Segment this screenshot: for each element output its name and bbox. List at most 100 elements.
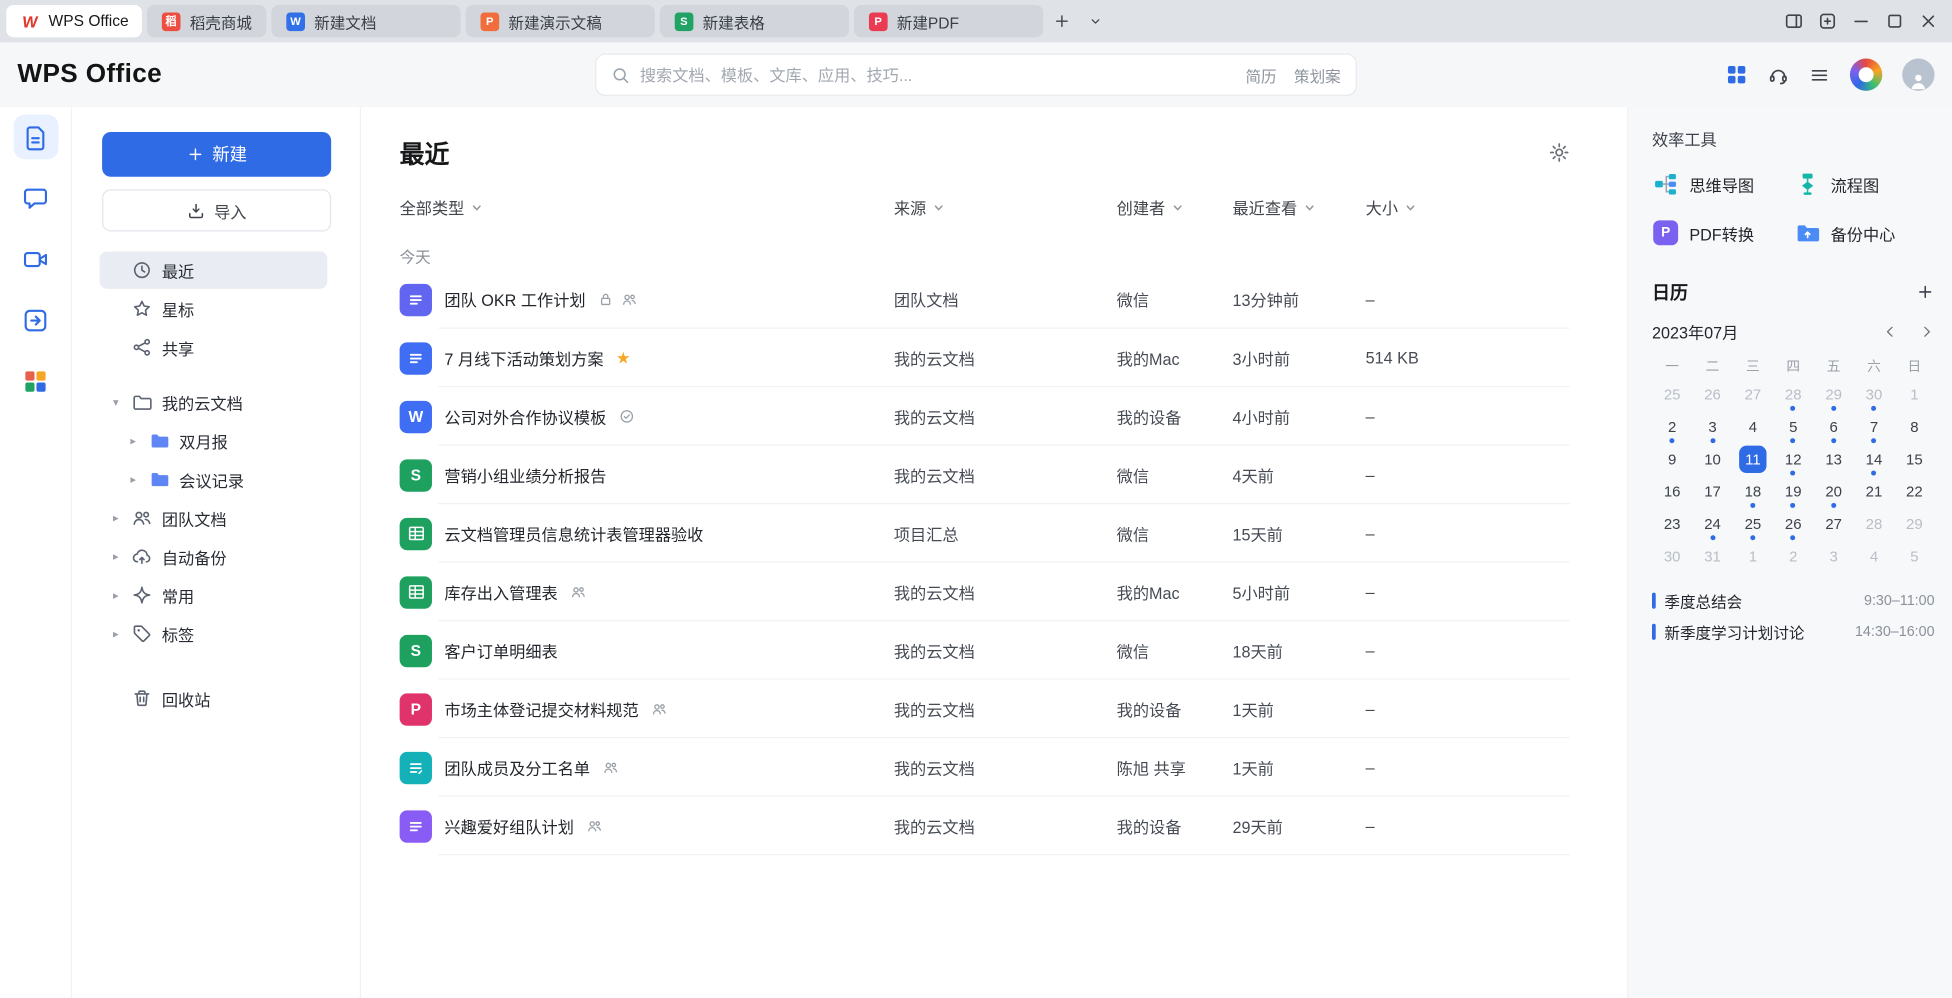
wps365-avatar[interactable] (1850, 59, 1882, 91)
caret-right-icon[interactable]: ▸ (110, 627, 122, 641)
titlebar-tab[interactable]: W新建文档 (272, 5, 461, 37)
calendar-day[interactable]: 7 (1854, 411, 1894, 443)
tool-item[interactable]: 流程图 (1793, 171, 1934, 198)
calendar-day[interactable]: 29 (1894, 508, 1934, 540)
search-tag-resume[interactable]: 简历 (1245, 63, 1276, 87)
calendar-day[interactable]: 28 (1773, 378, 1813, 410)
maximize-button[interactable] (1877, 0, 1911, 42)
calendar-day[interactable]: 27 (1813, 508, 1853, 540)
file-row[interactable]: S营销小组业绩分析报告我的云文档微信4天前– (400, 446, 1570, 505)
rail-item-apps[interactable] (13, 359, 58, 404)
minimize-button[interactable] (1844, 0, 1878, 42)
calendar-day[interactable]: 16 (1652, 476, 1692, 508)
calendar-event[interactable]: 季度总结会9:30–11:00 (1652, 585, 1935, 616)
calendar-day[interactable]: 17 (1692, 476, 1732, 508)
calendar-day[interactable]: 5 (1773, 411, 1813, 443)
calendar-event[interactable]: 新季度学习计划讨论14:30–16:00 (1652, 616, 1935, 647)
sidebar-item[interactable]: 最近 (100, 251, 328, 288)
tool-item[interactable]: PPDF转换 (1652, 219, 1793, 246)
calendar-day[interactable]: 20 (1813, 476, 1853, 508)
rail-item-transfer[interactable] (13, 298, 58, 343)
file-row[interactable]: 云文档管理员信息统计表管理器验收项目汇总微信15天前– (400, 504, 1570, 563)
calendar-day[interactable]: 9 (1652, 443, 1692, 475)
filter-button[interactable]: 全部类型 (400, 195, 483, 219)
filter-button[interactable]: 大小 (1366, 195, 1417, 219)
calendar-day[interactable]: 14 (1854, 443, 1894, 475)
close-button[interactable] (1911, 0, 1945, 42)
workspace-button[interactable] (1810, 0, 1844, 42)
sidebar-item[interactable]: ▸双月报 (100, 422, 328, 459)
prev-month-button[interactable] (1882, 324, 1898, 340)
calendar-day[interactable]: 13 (1813, 443, 1853, 475)
calendar-day[interactable]: 5 (1894, 540, 1934, 572)
calendar-day[interactable]: 6 (1813, 411, 1853, 443)
calendar-day[interactable]: 19 (1773, 476, 1813, 508)
file-row[interactable]: P市场主体登记提交材料规范我的云文档我的设备1天前– (400, 680, 1570, 739)
sidebar-item[interactable]: ▸标签 (100, 615, 328, 652)
calendar-day[interactable]: 4 (1854, 540, 1894, 572)
menu-button[interactable] (1809, 64, 1830, 85)
file-row[interactable]: W公司对外合作协议模板我的云文档我的设备4小时前– (400, 387, 1570, 446)
sidebar-item[interactable]: ▾我的云文档 (100, 383, 328, 420)
sidebar-item[interactable]: 共享 (100, 329, 328, 366)
titlebar-tab[interactable]: P新建PDF (854, 5, 1043, 37)
calendar-day[interactable]: 24 (1692, 508, 1732, 540)
calendar-day[interactable]: 1 (1733, 540, 1773, 572)
support-button[interactable] (1768, 64, 1789, 85)
sidebar-toggle-button[interactable] (1776, 0, 1810, 42)
apps-grid-button[interactable] (1725, 63, 1747, 85)
calendar-day[interactable]: 28 (1854, 508, 1894, 540)
sidebar-item[interactable]: ▸自动备份 (100, 538, 328, 575)
titlebar-tab[interactable]: 稻稻壳商城 (147, 5, 267, 37)
search-input[interactable] (640, 65, 1228, 84)
user-avatar[interactable] (1902, 59, 1934, 91)
filter-button[interactable]: 来源 (894, 195, 945, 219)
file-row[interactable]: 团队成员及分工名单我的云文档陈旭 共享1天前– (400, 738, 1570, 797)
calendar-day[interactable]: 8 (1894, 411, 1934, 443)
rail-item-messages[interactable] (13, 176, 58, 221)
file-row[interactable]: 团队 OKR 工作计划团队文档微信13分钟前– (400, 270, 1570, 329)
filter-button[interactable]: 最近查看 (1232, 195, 1315, 219)
titlebar-tab[interactable]: P新建演示文稿 (466, 5, 655, 37)
calendar-day[interactable]: 3 (1813, 540, 1853, 572)
calendar-day[interactable]: 11 (1733, 443, 1773, 475)
tool-item[interactable]: 思维导图 (1652, 171, 1793, 198)
titlebar-tab[interactable]: WWPS Office (6, 5, 142, 37)
calendar-day[interactable]: 30 (1652, 540, 1692, 572)
caret-down-icon[interactable]: ▾ (110, 395, 122, 409)
rail-item-documents[interactable] (13, 115, 58, 160)
search-tag-plan[interactable]: 策划案 (1294, 63, 1341, 87)
calendar-day[interactable]: 1 (1894, 378, 1934, 410)
rail-item-meetings[interactable] (13, 237, 58, 282)
search-bar[interactable]: 简历 策划案 (595, 54, 1357, 96)
file-row[interactable]: S客户订单明细表我的云文档微信18天前– (400, 621, 1570, 680)
calendar-day[interactable]: 15 (1894, 443, 1934, 475)
sidebar-item[interactable]: 星标 (100, 290, 328, 327)
tool-item[interactable]: 备份中心 (1793, 219, 1934, 246)
add-event-button[interactable] (1916, 283, 1935, 302)
calendar-day[interactable]: 31 (1692, 540, 1732, 572)
calendar-day[interactable]: 18 (1733, 476, 1773, 508)
caret-right-icon[interactable]: ▸ (127, 434, 139, 448)
tab-list-chevron-button[interactable] (1081, 6, 1111, 36)
calendar-day[interactable]: 30 (1854, 378, 1894, 410)
calendar-day[interactable]: 25 (1733, 508, 1773, 540)
calendar-day[interactable]: 29 (1813, 378, 1853, 410)
caret-right-icon[interactable]: ▸ (110, 550, 122, 564)
file-row[interactable]: 7 月线下活动策划方案★我的云文档我的Mac3小时前514 KB (400, 329, 1570, 388)
calendar-day[interactable]: 10 (1692, 443, 1732, 475)
sidebar-item[interactable]: ▸会议记录 (100, 461, 328, 498)
calendar-day[interactable]: 26 (1692, 378, 1732, 410)
calendar-day[interactable]: 27 (1733, 378, 1773, 410)
calendar-day[interactable]: 26 (1773, 508, 1813, 540)
titlebar-tab[interactable]: S新建表格 (660, 5, 849, 37)
caret-right-icon[interactable]: ▸ (110, 511, 122, 525)
new-button[interactable]: 新建 (102, 132, 331, 177)
next-month-button[interactable] (1918, 324, 1934, 340)
file-row[interactable]: 库存出入管理表我的云文档我的Mac5小时前– (400, 563, 1570, 622)
new-tab-button[interactable] (1047, 6, 1077, 36)
caret-right-icon[interactable]: ▸ (127, 472, 139, 486)
sidebar-item[interactable]: 回收站 (100, 680, 328, 717)
calendar-day[interactable]: 12 (1773, 443, 1813, 475)
calendar-day[interactable]: 23 (1652, 508, 1692, 540)
